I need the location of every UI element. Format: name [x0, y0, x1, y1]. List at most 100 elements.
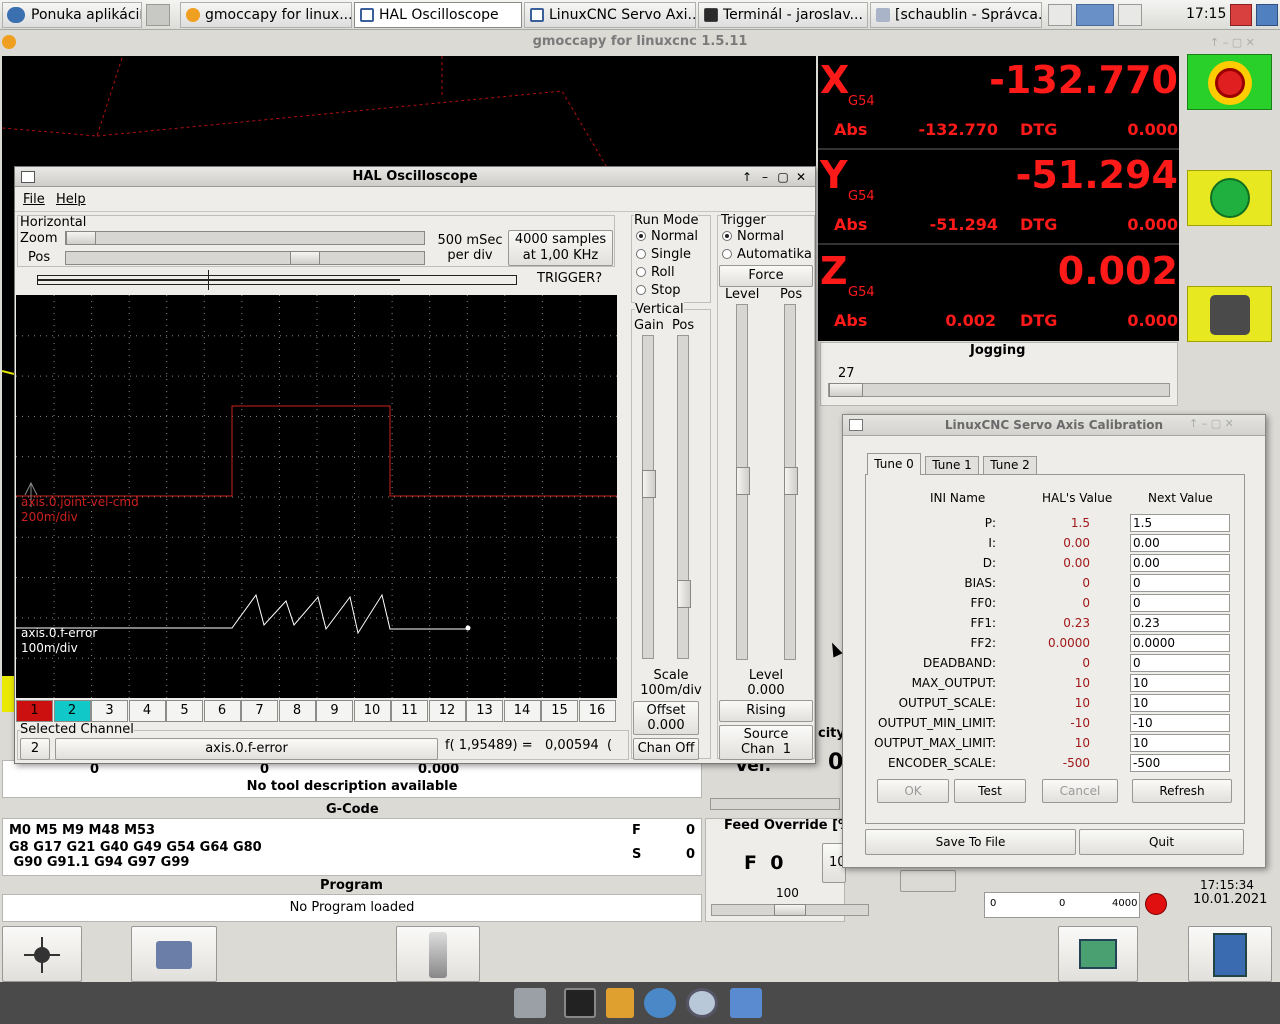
- channel-button-4[interactable]: 4: [128, 700, 166, 722]
- exit-button[interactable]: [1188, 926, 1272, 982]
- terminal-icon[interactable]: [564, 988, 596, 1018]
- close-icon[interactable]: ✕: [793, 167, 809, 187]
- slider-thumb[interactable]: [829, 383, 863, 397]
- vertical-pos-slider[interactable]: [677, 335, 691, 659]
- home-button[interactable]: [2, 926, 82, 982]
- refresh-button[interactable]: Refresh: [1132, 779, 1232, 803]
- rising-button[interactable]: Rising: [719, 700, 813, 722]
- next-value-input[interactable]: [1130, 734, 1230, 752]
- velocity-slider[interactable]: [710, 798, 840, 810]
- scope-titlebar[interactable]: HAL Oscilloscope ↑ – ▢ ✕: [15, 167, 815, 187]
- next-value-input[interactable]: [1130, 714, 1230, 732]
- gain-slider[interactable]: [642, 335, 656, 659]
- channel-button-15[interactable]: 15: [541, 700, 578, 722]
- workspace-2-icon[interactable]: [1076, 4, 1114, 26]
- channel-button-8[interactable]: 8: [278, 700, 316, 722]
- channel-button-10[interactable]: 10: [353, 700, 391, 722]
- task-file-manager[interactable]: [schaublin - Správca...: [870, 2, 1042, 28]
- channel-button-7[interactable]: 7: [241, 700, 278, 722]
- zoom-slider[interactable]: [65, 231, 425, 245]
- next-value-input[interactable]: [1130, 514, 1230, 532]
- trigger-auto[interactable]: Automatika: [722, 247, 812, 262]
- cancel-button[interactable]: Cancel: [1042, 779, 1118, 803]
- next-value-input[interactable]: [1130, 534, 1230, 552]
- maximize-icon[interactable]: ▢: [775, 167, 791, 187]
- scope-display[interactable]: axis.0.joint-vel-cmd 200m/div axis.0.f-e…: [16, 295, 617, 698]
- channel-button-12[interactable]: 12: [428, 700, 466, 722]
- channel-button-1[interactable]: 1: [16, 700, 53, 722]
- selected-channel-name[interactable]: axis.0.f-error: [55, 738, 438, 760]
- logout-icon[interactable]: [146, 4, 170, 26]
- slider-thumb[interactable]: [736, 467, 750, 495]
- task-gmoccapy[interactable]: gmoccapy for linux...: [180, 2, 352, 28]
- slider-thumb[interactable]: [677, 580, 691, 608]
- window-controls[interactable]: ↑ – ▢ ✕: [1210, 36, 1255, 49]
- fullscreen-button[interactable]: [1058, 926, 1138, 982]
- slider-thumb[interactable]: [642, 470, 656, 498]
- trigger-pos-slider[interactable]: [784, 304, 798, 660]
- slider-thumb[interactable]: [66, 231, 96, 245]
- machine-on-button[interactable]: [1187, 170, 1272, 226]
- tab-tune-1[interactable]: Tune 1: [925, 456, 979, 475]
- channel-button-16[interactable]: 16: [578, 700, 616, 722]
- run-mode-stop[interactable]: Stop: [636, 283, 681, 298]
- channel-button-13[interactable]: 13: [466, 700, 503, 722]
- test-button[interactable]: Test: [954, 779, 1026, 803]
- samples-button[interactable]: 4000 samples at 1,00 KHz: [508, 230, 613, 266]
- channel-button-9[interactable]: 9: [316, 700, 353, 722]
- minimize-icon[interactable]: –: [757, 167, 773, 187]
- offset-button[interactable]: Offset 0.000: [633, 701, 699, 735]
- next-value-input[interactable]: [1130, 594, 1230, 612]
- jog-mode-button[interactable]: [1187, 286, 1272, 342]
- next-value-input[interactable]: [1130, 614, 1230, 632]
- run-mode-normal[interactable]: Normal: [636, 229, 698, 244]
- search-icon[interactable]: [686, 988, 718, 1018]
- task-hal-oscilloscope[interactable]: HAL Oscilloscope: [354, 2, 522, 28]
- partial-button[interactable]: [900, 870, 956, 892]
- slider-thumb[interactable]: [774, 904, 806, 916]
- browser-icon[interactable]: [644, 988, 676, 1018]
- next-value-input[interactable]: [1130, 694, 1230, 712]
- channel-button-11[interactable]: 11: [391, 700, 428, 722]
- chan-off-button[interactable]: Chan Off: [633, 738, 699, 760]
- app-menu-button[interactable]: Ponuka aplikácií: [2, 2, 142, 28]
- ok-button[interactable]: OK: [877, 779, 949, 803]
- slider-thumb[interactable]: [290, 251, 320, 265]
- task-servo-calibration[interactable]: LinuxCNC Servo Axi...: [524, 2, 696, 28]
- next-value-input[interactable]: [1130, 654, 1230, 672]
- channel-button-5[interactable]: 5: [166, 700, 203, 722]
- next-value-input[interactable]: [1130, 634, 1230, 652]
- window-controls[interactable]: ↑ – ▢ ✕: [1189, 417, 1234, 430]
- force-button[interactable]: Force: [719, 265, 813, 287]
- position-slider[interactable]: [65, 251, 425, 265]
- tool-button[interactable]: [396, 926, 480, 982]
- workspace-3-icon[interactable]: [1118, 4, 1142, 26]
- channel-button-2[interactable]: 2: [53, 700, 91, 722]
- channel-button-6[interactable]: 6: [203, 700, 241, 722]
- run-mode-single[interactable]: Single: [636, 247, 691, 262]
- next-value-input[interactable]: [1130, 754, 1230, 772]
- task-terminal[interactable]: Terminál - jaroslav...: [698, 2, 868, 28]
- trigger-normal[interactable]: Normal: [722, 229, 784, 244]
- run-mode-roll[interactable]: Roll: [636, 265, 675, 280]
- tab-tune-0[interactable]: Tune 0: [867, 453, 921, 475]
- window-up-icon[interactable]: ↑: [739, 167, 755, 187]
- trigger-level-slider[interactable]: [736, 304, 750, 660]
- show-desktop-icon[interactable]: [514, 988, 546, 1018]
- power-icon[interactable]: [1256, 4, 1278, 26]
- feed-override-slider[interactable]: [711, 904, 869, 916]
- source-button[interactable]: Source Chan 1: [719, 725, 813, 760]
- save-to-file-button[interactable]: Save To File: [865, 829, 1076, 855]
- cal-titlebar[interactable]: LinuxCNC Servo Axis Calibration ↑ – ▢ ✕: [843, 415, 1265, 436]
- selected-channel-number[interactable]: 2: [20, 738, 50, 760]
- menu-file[interactable]: File: [23, 192, 45, 207]
- tab-tune-2[interactable]: Tune 2: [983, 456, 1037, 475]
- channel-button-3[interactable]: 3: [91, 700, 128, 722]
- next-value-input[interactable]: [1130, 574, 1230, 592]
- estop-button[interactable]: [1187, 54, 1272, 110]
- network-icon[interactable]: [1230, 4, 1252, 26]
- next-value-input[interactable]: [1130, 554, 1230, 572]
- channel-button-14[interactable]: 14: [503, 700, 541, 722]
- next-value-input[interactable]: [1130, 674, 1230, 692]
- quit-button[interactable]: Quit: [1079, 829, 1244, 855]
